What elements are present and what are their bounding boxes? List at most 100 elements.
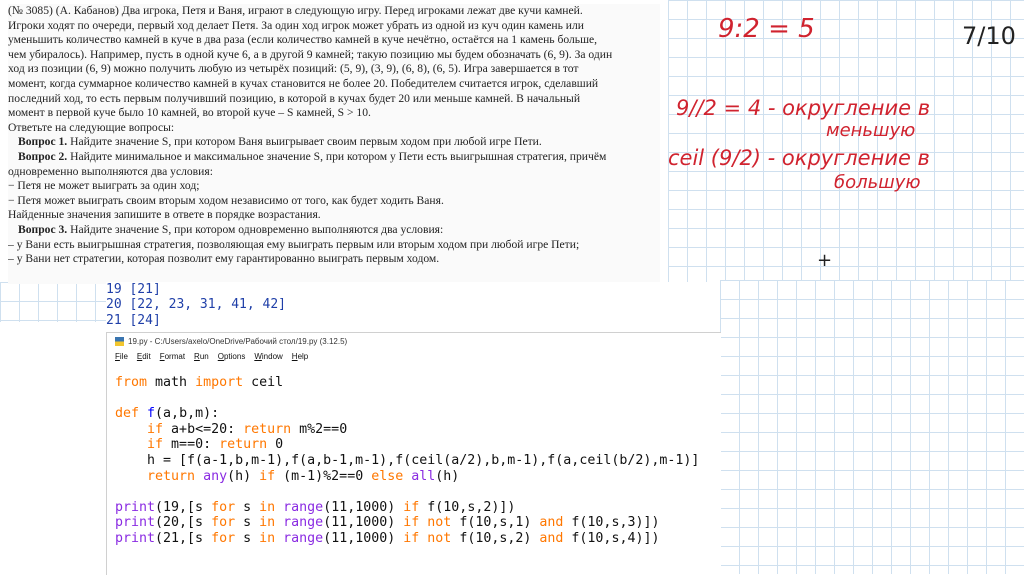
question-1-text: Найдите значение S, при котором Ваня выи… (67, 135, 542, 149)
menu-edit[interactable]: Edit (137, 352, 151, 361)
menu-file[interactable]: File (115, 352, 128, 361)
question-2-text: Найдите минимальное и максимальное значе… (67, 149, 607, 163)
question-2: Вопрос 2. Найдите минимальное и максимал… (8, 150, 660, 165)
function-name: f (139, 406, 156, 422)
keyword: if (115, 437, 164, 453)
code-line: h = [f(a-1,b,m-1),f(a,b-1,m-1),f(ceil(a/… (115, 452, 700, 468)
code-text: s (235, 515, 260, 531)
code-text: math (147, 375, 196, 390)
code-text: (11,1000) (323, 499, 404, 515)
builtin: all (403, 468, 436, 484)
question-3-label: Вопрос 3. (18, 222, 68, 236)
keyword: import (195, 375, 244, 390)
code-text: (21,[s (155, 530, 212, 546)
problem-line: Ответьте на следующие вопросы: (8, 120, 175, 134)
code-area[interactable]: from math import ceil def f(a,b,m): if a… (115, 375, 719, 547)
code-line: print(20,[s for s in range(11,1000) if n… (115, 515, 719, 531)
menu-options[interactable]: Options (218, 352, 246, 361)
menu-window[interactable]: Window (254, 352, 282, 361)
keyword: in (259, 515, 276, 531)
grid-paper-bottom-right (720, 280, 1024, 574)
keyword: if not (403, 515, 452, 531)
code-line: def f(a,b,m): (115, 406, 719, 422)
output-line: 19 [21] (106, 282, 161, 297)
code-line: if a+b<=20: return m%2==0 (115, 422, 719, 438)
builtin: range (275, 515, 324, 531)
keyword: for (211, 499, 236, 515)
code-text: (19,[s (155, 499, 212, 515)
problem-line: момент, когда суммарное количество камне… (8, 76, 599, 90)
note-floor-division: 9//2 = 4 - округление в (676, 96, 931, 120)
crosshair-cursor-icon: + (817, 250, 833, 271)
problem-line: чем убиралось). Например, пусть в одной … (8, 47, 613, 61)
code-line: print(19,[s for s in range(11,1000) if f… (115, 500, 719, 516)
note-bigger: большую (834, 172, 921, 193)
code-line: print(21,[s for s in range(11,1000) if n… (115, 531, 719, 547)
note-smaller: меньшую (826, 120, 916, 141)
code-text: (20,[s (155, 515, 212, 531)
keyword: if (403, 499, 420, 515)
problem-line: − Петя может выиграть своим вторым ходом… (8, 193, 444, 207)
problem-line: уменьшить количество камней в куче в два… (8, 33, 598, 47)
problem-line: − Петя не может выиграть за один ход; (8, 179, 200, 193)
problem-line: – у Вани нет стратегии, которая позволит… (8, 252, 440, 266)
code-text: (a,b,m): (155, 406, 220, 422)
code-text: (m-1)%2==0 (275, 468, 372, 484)
idle-editor-window: 19.py - C:/Users/axelo/OneDrive/Рабочий … (106, 332, 721, 575)
code-text: m==0: (163, 437, 220, 453)
keyword: return (243, 421, 292, 437)
problem-line: последний ход, то есть первым получивший… (8, 91, 581, 105)
builtin: range (275, 530, 324, 546)
keyword: return (219, 437, 268, 453)
builtin: any (195, 468, 228, 484)
builtin: print (115, 515, 156, 531)
builtin: range (275, 499, 324, 515)
builtin: print (115, 530, 156, 546)
question-2-label: Вопрос 2. (18, 149, 68, 163)
question-3: Вопрос 3. Найдите значение S, при которо… (8, 223, 660, 238)
code-text: (h) (435, 468, 460, 484)
keyword: else (371, 468, 404, 484)
builtin: print (115, 499, 156, 515)
problem-line: Найденные значения запишите в ответе в п… (8, 208, 321, 222)
code-text: f(10,s,1) (451, 515, 540, 531)
keyword: if (115, 421, 164, 437)
code-text: 0 (267, 437, 284, 453)
code-text: f(10,s,2) (451, 530, 540, 546)
note-division: 9:2 = 5 (718, 14, 815, 44)
problem-line: (№ 3085) (А. Кабанов) Два игрока, Петя и… (8, 4, 583, 17)
menu-run[interactable]: Run (194, 352, 209, 361)
problem-line: Игроки ходят по очереди, первый ход дела… (8, 18, 584, 32)
output-line: 20 [22, 23, 31, 41, 42] (106, 297, 287, 313)
window-title: 19.py - C:/Users/axelo/OneDrive/Рабочий … (128, 336, 348, 346)
menu-bar: File Edit Format Run Options Window Help (107, 349, 721, 363)
code-text: a+b<=20: (163, 421, 244, 437)
code-text: ceil (243, 375, 284, 390)
menu-help[interactable]: Help (292, 352, 308, 361)
code-text: f(10,s,3)]) (563, 515, 660, 531)
problem-line: – у Вани есть выигрышная стратегия, позв… (8, 237, 580, 251)
problem-line: ход из позиции (6, 9) можно получить люб… (8, 62, 579, 76)
question-1-label: Вопрос 1. (18, 135, 68, 149)
keyword: in (259, 530, 276, 546)
keyword: for (211, 530, 236, 546)
code-text: m%2==0 (291, 421, 348, 437)
problem-line: момент в первой куче было 10 камней, во … (8, 106, 371, 120)
code-text: s (235, 499, 260, 515)
grid-paper-left (0, 282, 110, 322)
question-3-text: Найдите значение S, при котором одноврем… (67, 222, 444, 236)
keyword: for (211, 515, 236, 531)
python-icon (115, 336, 124, 346)
note-ceil: ceil (9/2) - округление в (668, 146, 930, 170)
keyword: if (259, 468, 276, 484)
code-text: (h) (227, 468, 260, 484)
code-text: (11,1000) (323, 515, 404, 531)
code-line: return any(h) if (m-1)%2==0 else all(h) (115, 469, 719, 485)
code-text: (11,1000) (323, 530, 404, 546)
window-titlebar: 19.py - C:/Users/axelo/OneDrive/Рабочий … (107, 333, 721, 349)
problem-line: одновременно выполняются два условия: (8, 164, 213, 178)
menu-format[interactable]: Format (160, 352, 185, 361)
program-output: 19 [21] 20 [22, 23, 31, 41, 42] 21 [24] (106, 282, 720, 330)
